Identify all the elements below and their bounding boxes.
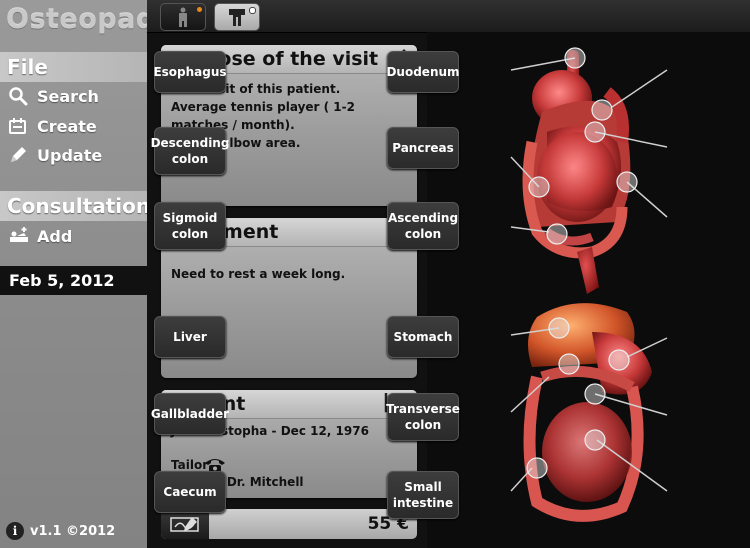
tab-body-view[interactable] <box>160 3 206 31</box>
label-pancreas[interactable]: Pancreas <box>387 127 459 169</box>
signature-icon <box>161 509 209 543</box>
label-transverse-colon[interactable]: Transverse colon <box>386 393 460 441</box>
version-footer: i v1.1 ©2012 <box>6 522 115 540</box>
sidebar-item-label: Create <box>37 116 97 136</box>
label-stomach[interactable]: Stomach <box>387 316 459 358</box>
body-figure-icon <box>175 7 191 31</box>
search-icon <box>8 86 30 106</box>
top-toolbar <box>147 0 750 33</box>
consultation-date-selected[interactable]: Feb 5, 2012 <box>0 266 152 295</box>
anatomy-view: Esophagus Duodenum Descending colon Panc… <box>151 32 750 548</box>
label-liver[interactable]: Liver <box>154 316 226 358</box>
sidebar-item-update[interactable]: Update <box>8 145 102 165</box>
label-ascending-colon[interactable]: Ascending colon <box>387 202 459 250</box>
phone-icon[interactable] <box>171 440 407 472</box>
version-label: v1.1 ©2012 <box>30 523 116 539</box>
app-title: Osteopad <box>6 4 156 35</box>
torso-icon <box>227 7 247 31</box>
label-descending-colon[interactable]: Descending colon <box>151 127 229 175</box>
label-esophagus[interactable]: Esophagus <box>153 51 227 93</box>
sidebar-item-label: Search <box>37 86 99 106</box>
label-duodenum[interactable]: Duodenum <box>386 51 460 93</box>
create-icon <box>8 116 30 136</box>
treatment-line: Need to rest a week long. <box>171 267 346 281</box>
main-content: Purpose of the visit First visit of this… <box>147 0 750 548</box>
digestive-system-illustration <box>510 47 743 522</box>
sidebar-item-create[interactable]: Create <box>8 116 97 136</box>
sidebar-item-search[interactable]: Search <box>8 86 99 106</box>
label-sigmoid-colon[interactable]: Sigmoid colon <box>154 202 226 250</box>
label-gallbladder[interactable]: Gallbladder <box>151 393 229 435</box>
payment-button[interactable] <box>161 509 209 539</box>
sidebar-item-label: Add <box>37 226 73 246</box>
sidebar: Osteopad File Search Create Update Consu… <box>0 0 162 548</box>
fee-bar: 55 € <box>161 509 417 539</box>
treatment-text[interactable]: Need to rest a week long. <box>161 247 417 289</box>
pencil-icon <box>8 145 30 165</box>
info-icon[interactable]: i <box>6 522 24 540</box>
add-consultation-icon <box>8 226 30 246</box>
tab-badge <box>197 7 202 12</box>
sidebar-item-add-consultation[interactable]: Add <box>8 226 72 246</box>
tab-badge <box>249 7 256 14</box>
sidebar-item-label: Update <box>37 145 103 165</box>
consultations-section-header: Consultations <box>0 191 162 221</box>
file-section-header: File <box>0 52 147 82</box>
label-caecum[interactable]: Caecum <box>154 471 226 513</box>
tab-organs-view[interactable] <box>214 3 260 31</box>
label-small-intestine[interactable]: Small intestine <box>387 471 459 519</box>
